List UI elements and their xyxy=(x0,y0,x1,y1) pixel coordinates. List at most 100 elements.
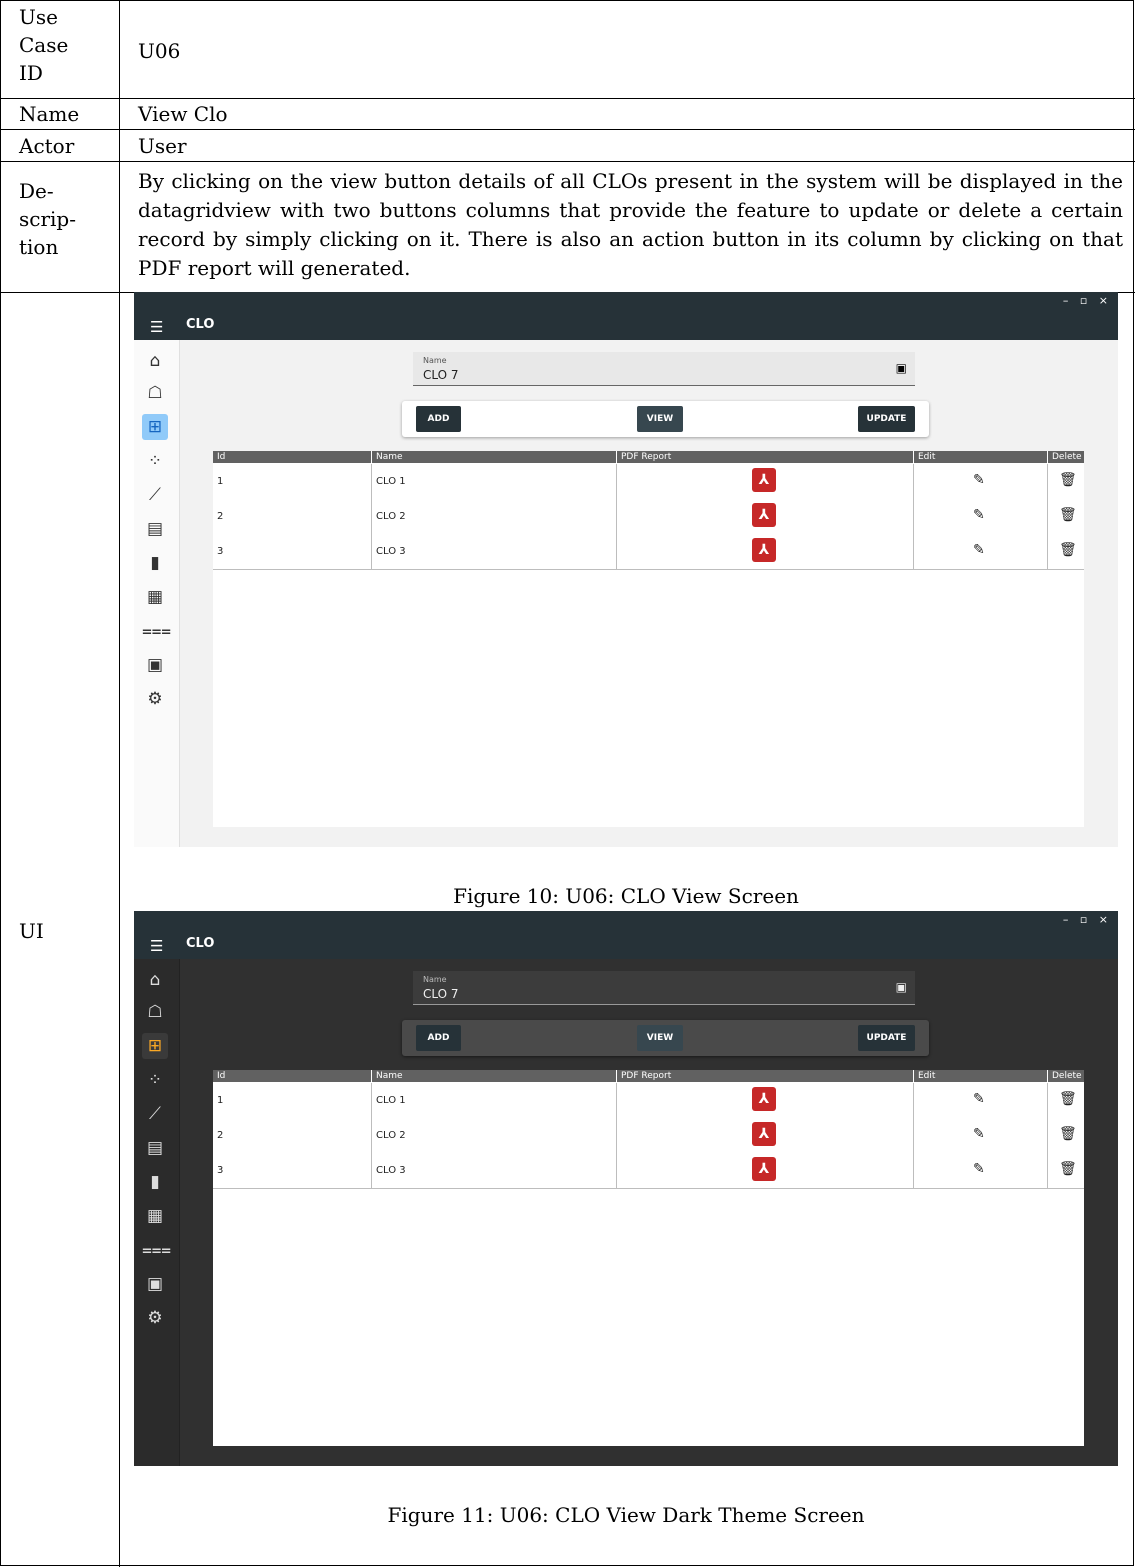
table-row[interactable]: 3 CLO 3 ⅄ ✎ 🗑 xyxy=(213,534,1084,570)
table-row[interactable]: 1 CLO 1 ⅄ ✎ 🗑 xyxy=(213,464,1084,500)
pencil-icon[interactable]: ✎ xyxy=(973,507,985,523)
contact-card-icon: ▣ xyxy=(895,980,907,994)
graduation-cap-icon[interactable]: ☖ xyxy=(142,380,168,406)
table-row[interactable]: 2 CLO 2 ⅄ ✎ 🗑 xyxy=(213,499,1084,535)
app-title: CLO xyxy=(186,317,215,332)
column-header-name[interactable]: Name xyxy=(371,451,403,463)
row-divider xyxy=(1,98,1135,99)
calculator-icon[interactable]: ▦ xyxy=(142,584,168,610)
cards-icon[interactable]: ▮ xyxy=(142,550,168,576)
cards-icon[interactable]: ▮ xyxy=(142,1169,168,1195)
column-divider xyxy=(119,1,120,1567)
cell-name: CLO 3 xyxy=(371,534,616,569)
column-header-pdf-report[interactable]: PDF Report xyxy=(616,451,671,463)
view-button[interactable]: VIEW xyxy=(637,1025,683,1051)
update-button[interactable]: UPDATE xyxy=(858,406,915,432)
adobe-pdf-icon[interactable]: ⅄ xyxy=(752,1087,776,1111)
adobe-pdf-icon[interactable]: ⅄ xyxy=(752,468,776,492)
row-divider xyxy=(1,161,1135,162)
calculator-icon[interactable]: ▦ xyxy=(142,1203,168,1229)
figure-caption: Figure 10: U06: CLO View Screen xyxy=(453,884,799,908)
gear-icon[interactable]: ⚙ xyxy=(142,1305,168,1331)
cell-name: CLO 2 xyxy=(371,1118,616,1153)
ruler-icon[interactable]: ⟋ xyxy=(142,1101,168,1127)
button-bar: ADD VIEW UPDATE xyxy=(402,1020,929,1056)
tree-structure-icon[interactable]: ⊞ xyxy=(142,1033,168,1059)
calendar-icon[interactable]: ▤ xyxy=(142,516,168,542)
pencil-icon[interactable]: ✎ xyxy=(973,542,985,558)
actor-value: User xyxy=(138,134,187,158)
sidebar: ⌂ ☖ ⊞ ⁘ ⟋ ▤ ▮ ▦ ⩶ ▣ ⚙ xyxy=(134,340,180,847)
checklist-icon[interactable]: ⩶ xyxy=(142,618,171,644)
cell-id: 3 xyxy=(217,1165,224,1176)
name-field-value[interactable]: CLO 7 xyxy=(423,987,459,1001)
column-header-edit[interactable]: Edit xyxy=(913,451,935,463)
column-header-delete[interactable]: Delete xyxy=(1047,451,1082,463)
cell-name: CLO 1 xyxy=(371,1083,616,1118)
name-value: View Clo xyxy=(138,102,228,126)
tree-structure-icon[interactable]: ⊞ xyxy=(142,414,168,440)
add-button[interactable]: ADD xyxy=(416,406,461,432)
adobe-pdf-icon[interactable]: ⅄ xyxy=(752,503,776,527)
trash-icon[interactable]: 🗑 xyxy=(1059,1126,1077,1142)
column-header-edit[interactable]: Edit xyxy=(913,1070,935,1082)
trash-icon[interactable]: 🗑 xyxy=(1059,507,1077,523)
grid-header: Id Name PDF Report Edit Delete xyxy=(213,1070,1084,1082)
use-case-id-value: U06 xyxy=(138,39,181,63)
adobe-pdf-icon[interactable]: ⅄ xyxy=(752,1157,776,1181)
window-controls[interactable]: – ▫ × xyxy=(1063,294,1112,307)
button-bar: ADD VIEW UPDATE xyxy=(402,401,929,437)
column-header-name[interactable]: Name xyxy=(371,1070,403,1082)
trash-icon[interactable]: 🗑 xyxy=(1059,1091,1077,1107)
table-row[interactable]: 3 CLO 3 ⅄ ✎ 🗑 xyxy=(213,1153,1084,1189)
table-row[interactable]: 1 CLO 1 ⅄ ✎ 🗑 xyxy=(213,1083,1084,1119)
name-field-value[interactable]: CLO 7 xyxy=(423,368,459,382)
ui-label: UI xyxy=(19,919,44,943)
name-field-label: Name xyxy=(423,975,447,984)
column-header-id[interactable]: Id xyxy=(213,451,225,463)
name-field[interactable]: Name CLO 7 ▣ xyxy=(413,352,915,386)
graduation-cap-icon[interactable]: ☖ xyxy=(142,999,168,1025)
checklist-icon[interactable]: ⩶ xyxy=(142,1237,171,1263)
table-row[interactable]: 2 CLO 2 ⅄ ✎ 🗑 xyxy=(213,1118,1084,1154)
sidebar: ⌂ ☖ ⊞ ⁘ ⟋ ▤ ▮ ▦ ⩶ ▣ ⚙ xyxy=(134,959,180,1466)
cell-id: 2 xyxy=(217,511,224,522)
pencil-icon[interactable]: ✎ xyxy=(973,1126,985,1142)
trash-icon[interactable]: 🗑 xyxy=(1059,542,1077,558)
cell-id: 2 xyxy=(217,1130,224,1141)
window-controls[interactable]: – ▫ × xyxy=(1063,913,1112,926)
description-text: By clicking on the view button details o… xyxy=(138,169,1123,280)
view-button[interactable]: VIEW xyxy=(637,406,683,432)
pencil-icon[interactable]: ✎ xyxy=(973,1091,985,1107)
title-bar: – ▫ × ☰ CLO xyxy=(134,911,1118,959)
trash-icon[interactable]: 🗑 xyxy=(1059,1161,1077,1177)
cell-name: CLO 2 xyxy=(371,499,616,534)
pencil-icon[interactable]: ✎ xyxy=(973,472,985,488)
column-header-pdf-report[interactable]: PDF Report xyxy=(616,1070,671,1082)
name-field[interactable]: Name CLO 7 ▣ xyxy=(413,971,915,1005)
pdf-file-icon[interactable]: ▣ xyxy=(142,1271,168,1297)
gear-icon[interactable]: ⚙ xyxy=(142,686,168,712)
name-field-label: Name xyxy=(423,356,447,365)
add-button[interactable]: ADD xyxy=(416,1025,461,1051)
scatter-icon[interactable]: ⁘ xyxy=(142,1067,168,1093)
column-header-delete[interactable]: Delete xyxy=(1047,1070,1082,1082)
ruler-icon[interactable]: ⟋ xyxy=(142,482,168,508)
name-label: Name xyxy=(19,102,80,126)
trash-icon[interactable]: 🗑 xyxy=(1059,472,1077,488)
home-icon[interactable]: ⌂ xyxy=(142,967,168,993)
home-icon[interactable]: ⌂ xyxy=(142,348,168,374)
hamburger-menu-icon[interactable]: ☰ xyxy=(150,318,163,336)
main-content: Name CLO 7 ▣ ADD VIEW UPDATE Id Name PDF… xyxy=(180,340,1118,847)
adobe-pdf-icon[interactable]: ⅄ xyxy=(752,538,776,562)
hamburger-menu-icon[interactable]: ☰ xyxy=(150,937,163,955)
column-header-id[interactable]: Id xyxy=(213,1070,225,1082)
title-bar: – ▫ × ☰ CLO xyxy=(134,292,1118,340)
calendar-icon[interactable]: ▤ xyxy=(142,1135,168,1161)
scatter-icon[interactable]: ⁘ xyxy=(142,448,168,474)
adobe-pdf-icon[interactable]: ⅄ xyxy=(752,1122,776,1146)
cell-id: 1 xyxy=(217,476,224,487)
pencil-icon[interactable]: ✎ xyxy=(973,1161,985,1177)
update-button[interactable]: UPDATE xyxy=(858,1025,915,1051)
pdf-file-icon[interactable]: ▣ xyxy=(142,652,168,678)
